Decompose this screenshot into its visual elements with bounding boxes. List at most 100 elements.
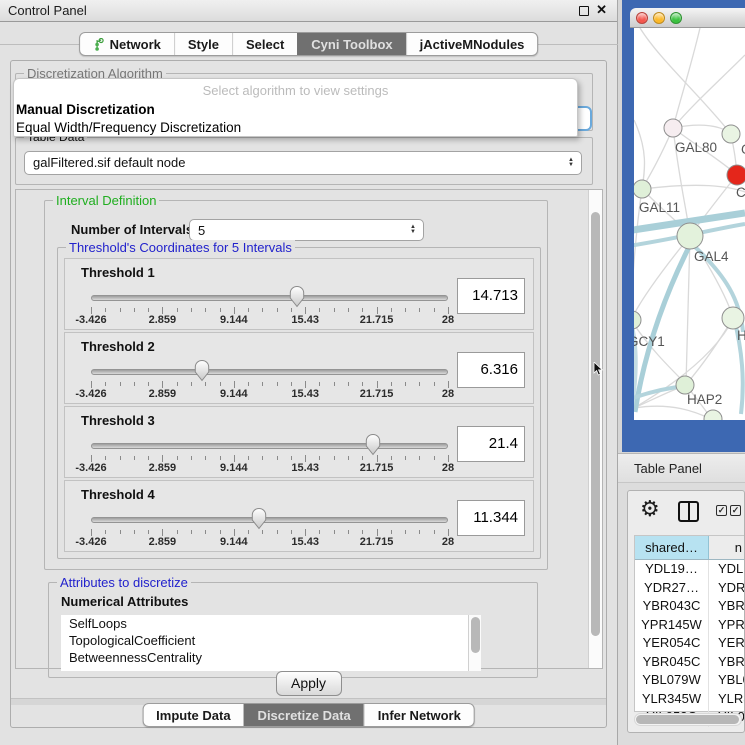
slider-thumb[interactable] (365, 433, 381, 457)
slider-track[interactable] (91, 443, 448, 449)
table-data-combobox[interactable]: galFiltered.sif default node ▲▼ (24, 151, 582, 175)
scale-label: 28 (442, 388, 454, 400)
close-icon[interactable]: ✕ (596, 2, 607, 18)
threshold-value-field[interactable]: 11.344 (457, 500, 525, 536)
tab-select[interactable]: Select (232, 33, 297, 55)
settings-scrollbar[interactable] (588, 190, 602, 668)
tab-infer-network[interactable]: Infer Network (364, 704, 474, 726)
control-panel-titlebar: Control Panel ✕ (0, 0, 617, 22)
network-view-window[interactable]: GAL80GACGAL11GAL4GCY1HHAP2 (622, 0, 745, 452)
tab-style[interactable]: Style (174, 33, 232, 55)
network-icon (93, 38, 105, 51)
attribute-item[interactable]: BetweennessCentrality (61, 649, 481, 666)
tick-mark (419, 530, 420, 534)
tick-mark (162, 381, 163, 388)
network-window-titlebar[interactable] (630, 8, 745, 28)
tick-mark (262, 456, 263, 460)
slider-track[interactable] (91, 369, 448, 375)
attributes-scroll-thumb[interactable] (471, 617, 480, 653)
checkbox-icon[interactable]: ✓ (716, 505, 727, 516)
table-panel-header: Table Panel (618, 453, 745, 483)
mac-close-icon[interactable] (636, 12, 648, 24)
numerical-attributes-label: Numerical Attributes (61, 594, 188, 609)
scale-label: 9.144 (220, 462, 248, 474)
node-attribute-table[interactable]: shared…n YDL19…YDL1YDR27…YDR2YBR043CYBR0… (634, 535, 744, 712)
apply-button[interactable]: Apply (276, 671, 342, 696)
column-header-selected[interactable]: shared… (635, 536, 709, 559)
tick-mark (191, 382, 192, 386)
tick-mark (419, 308, 420, 312)
network-node[interactable] (634, 311, 641, 329)
mac-minimize-icon[interactable] (653, 12, 665, 24)
table-cell: YPR1 (709, 616, 744, 635)
network-graph[interactable]: GAL80GACGAL11GAL4GCY1HHAP2 (634, 28, 745, 420)
tick-mark (277, 456, 278, 460)
tab-label: Style (188, 37, 219, 52)
column-header[interactable]: n (709, 536, 744, 559)
threshold-value-field[interactable]: 6.316 (457, 352, 525, 388)
float-window-icon[interactable] (579, 6, 589, 16)
table-horizontal-scrollbar[interactable] (634, 713, 742, 726)
tab-discretize-data[interactable]: Discretize Data (244, 704, 364, 726)
attribute-item[interactable]: TopologicalCoefficient (61, 632, 481, 649)
network-canvas[interactable]: GAL80GACGAL11GAL4GCY1HHAP2 (634, 28, 745, 420)
tick-mark (319, 308, 320, 312)
threshold-value-field[interactable]: 14.713 (457, 278, 525, 314)
gear-icon[interactable]: ⚙ (640, 496, 660, 522)
numerical-attributes-list[interactable]: SelfLoopsTopologicalCoefficientBetweenne… (61, 615, 481, 671)
network-edge (634, 406, 711, 419)
table-row[interactable]: YER054CYER0 (635, 634, 744, 653)
tick-mark (348, 456, 349, 460)
tick-mark (105, 382, 106, 386)
algorithm-option[interactable]: Manual Discretization (14, 101, 577, 119)
table-row[interactable]: YPR145WYPR1 (635, 616, 744, 635)
settings-scroll-panel: Interval Definition Number of Intervals … (15, 189, 603, 669)
tick-mark (120, 382, 121, 386)
split-columns-icon[interactable] (678, 501, 699, 522)
tick-mark (148, 308, 149, 312)
table-data-group: Table Data galFiltered.sif default node … (15, 137, 593, 185)
slider-track[interactable] (91, 295, 448, 301)
table-row[interactable]: YDR27…YDR2 (635, 579, 744, 598)
threshold-value-field[interactable]: 21.4 (457, 426, 525, 462)
attribute-items: SelfLoopsTopologicalCoefficientBetweenne… (61, 615, 481, 666)
scale-label: 15.43 (291, 462, 319, 474)
number-of-intervals-combobox[interactable]: 5 ▲▼ (189, 219, 424, 241)
table-row[interactable]: YBL079WYBL0 (635, 671, 744, 690)
tick-mark (191, 308, 192, 312)
scale-label: -3.426 (75, 462, 106, 474)
slider-track[interactable] (91, 517, 448, 523)
table-hscroll-thumb[interactable] (636, 715, 739, 724)
network-node[interactable] (722, 125, 740, 143)
algorithm-placeholder: Select algorithm to view settings (14, 79, 577, 101)
tab-jactivemnodules[interactable]: jActiveMNodules (406, 33, 538, 55)
interval-definition-title: Interval Definition (53, 193, 159, 208)
table-cell: YER054C (635, 634, 709, 653)
network-node[interactable] (727, 165, 745, 185)
slider-thumb[interactable] (289, 285, 305, 309)
tick-mark (248, 382, 249, 386)
table-row[interactable]: YBR045CYBR0 (635, 653, 744, 672)
table-row[interactable]: YDL19…YDL1 (635, 560, 744, 579)
network-node[interactable] (664, 119, 682, 137)
network-node[interactable] (677, 223, 703, 249)
settings-scroll-thumb[interactable] (591, 212, 600, 636)
tab-cyni-toolbox[interactable]: Cyni Toolbox (297, 33, 405, 55)
slider-thumb[interactable] (194, 359, 210, 383)
table-row[interactable]: YLR345WYLR3 (635, 690, 744, 709)
table-row[interactable]: YBR043CYBR0 (635, 597, 744, 616)
algorithm-option[interactable]: Equal Width/Frequency Discretization (14, 119, 577, 137)
algorithm-options: Manual DiscretizationEqual Width/Frequen… (14, 101, 577, 137)
tab-network[interactable]: Network (80, 33, 174, 55)
network-node[interactable] (722, 307, 744, 329)
checkbox-icon[interactable]: ✓ (730, 505, 741, 516)
attribute-item[interactable]: SelfLoops (61, 615, 481, 632)
slider-thumb[interactable] (251, 507, 267, 531)
tick-mark (419, 382, 420, 386)
mac-zoom-icon[interactable] (670, 12, 682, 24)
network-node[interactable] (634, 180, 651, 198)
tab-impute-data[interactable]: Impute Data (143, 704, 243, 726)
attributes-list-scrollbar[interactable] (468, 615, 481, 671)
tick-mark (362, 456, 363, 460)
tick-mark (305, 529, 306, 536)
